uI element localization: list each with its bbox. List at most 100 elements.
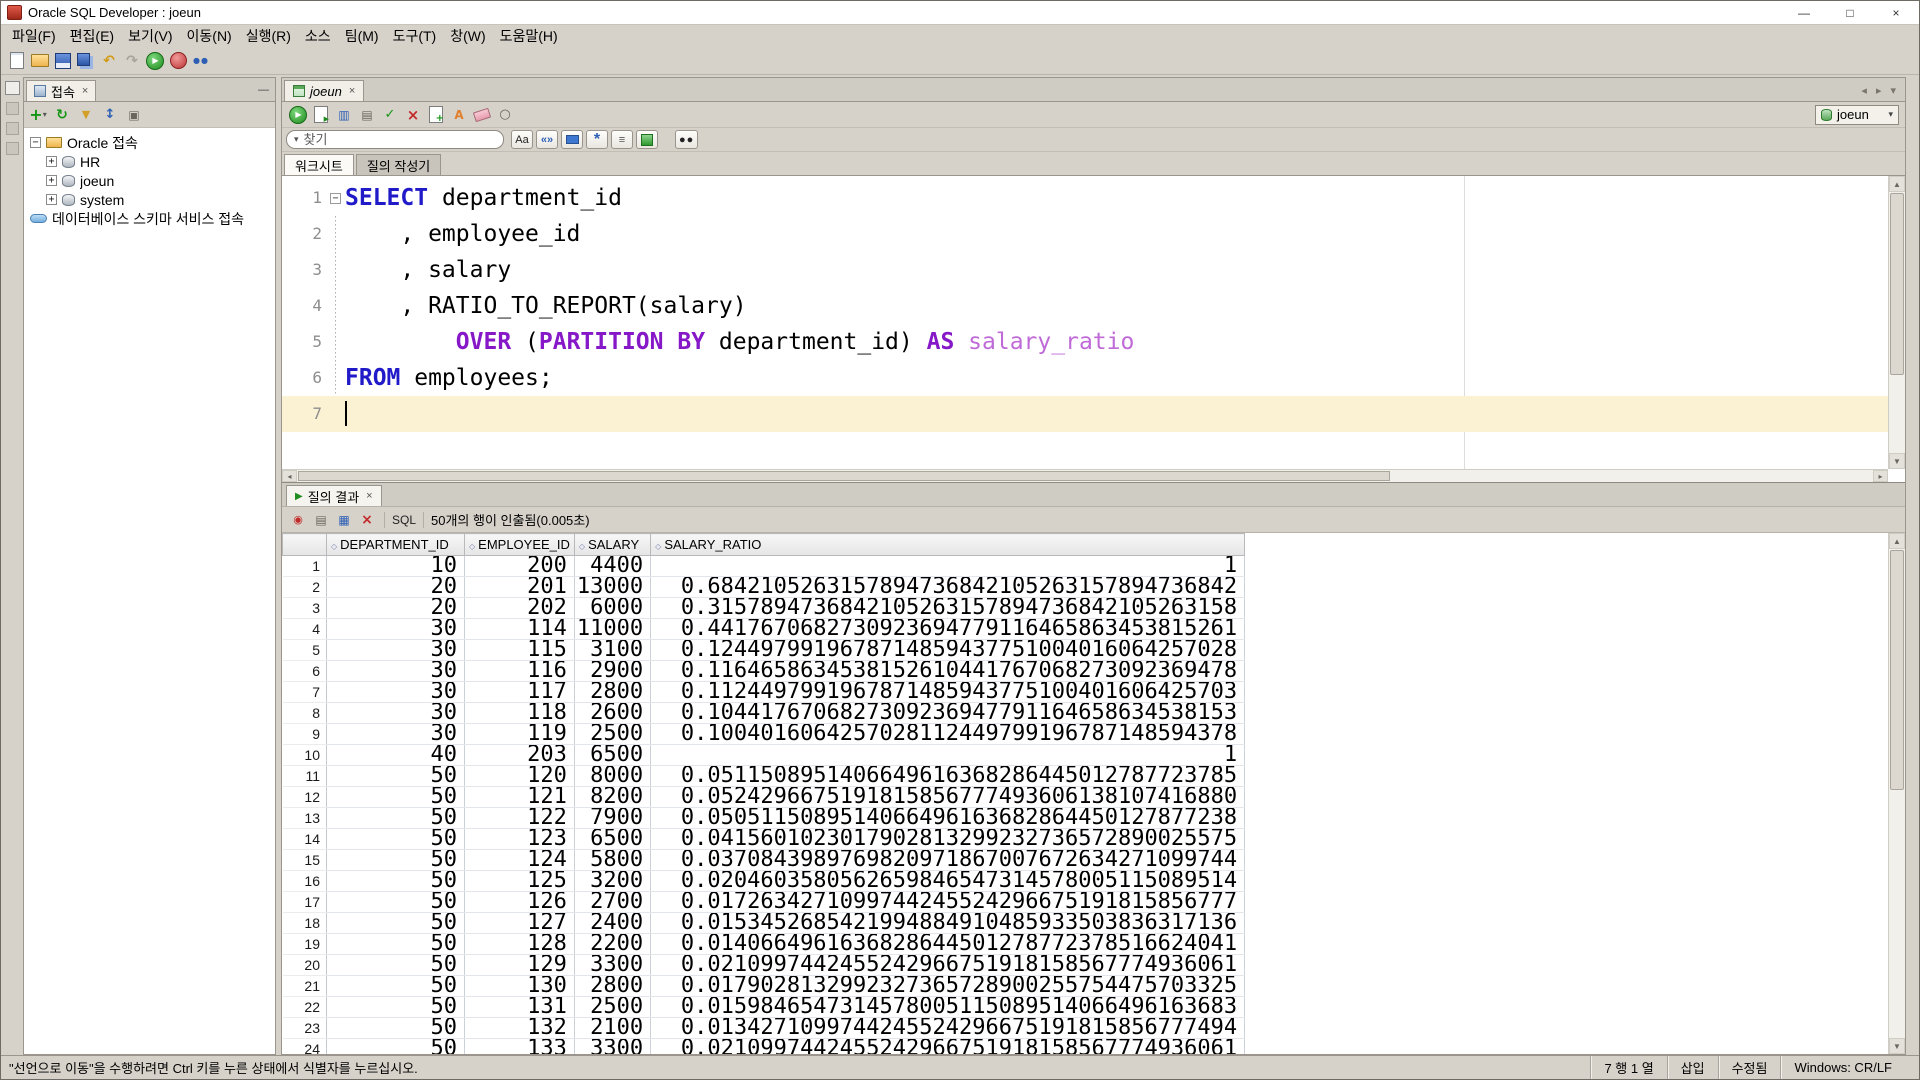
collapse-expander-icon[interactable]: − — [30, 137, 41, 148]
whole-word-button[interactable] — [536, 130, 558, 149]
editor-hscrollbar[interactable]: ◂ ▸ — [282, 469, 1888, 482]
menu-item-3[interactable]: 보기(V) — [121, 24, 179, 48]
close-icon[interactable]: × — [366, 490, 372, 502]
refresh-icon[interactable] — [52, 105, 72, 125]
menu-item-8[interactable]: 도구(T) — [386, 24, 444, 48]
tree-item-1[interactable]: −Oracle 접속 — [24, 133, 275, 152]
table-row[interactable]: 220201130000.684210526315789473684210526… — [283, 577, 1245, 598]
menu-item-5[interactable]: 실행(R) — [239, 24, 298, 48]
filter-icon[interactable] — [76, 105, 96, 125]
menu-item-1[interactable]: 파일(F) — [5, 24, 63, 48]
debug-icon[interactable] — [170, 52, 187, 69]
table-row[interactable]: 430114110000.441767068273092369477911646… — [283, 619, 1245, 640]
table-row[interactable]: 165012532000.020460358056265984654731457… — [283, 871, 1245, 892]
code-line[interactable]: 7 — [282, 396, 1888, 432]
menu-item-10[interactable]: 도움말(H) — [493, 24, 565, 48]
table-row[interactable]: 11020044001 — [283, 556, 1245, 577]
save-all-icon[interactable] — [76, 51, 96, 71]
table-row[interactable]: 73011728000.1124497991967871485943775100… — [283, 682, 1245, 703]
delete-icon[interactable] — [357, 510, 377, 530]
export-icon[interactable] — [311, 510, 331, 530]
run-script-icon[interactable] — [311, 105, 331, 125]
history-icon[interactable] — [495, 105, 515, 125]
column-header-salary[interactable]: ◇SALARY — [574, 534, 650, 556]
scrollbar-thumb[interactable] — [1890, 550, 1904, 790]
code-line[interactable]: 6FROM employees; — [282, 360, 1888, 396]
table-row[interactable]: 135012279000.050511508951406649616368286… — [283, 808, 1245, 829]
format-icon[interactable] — [449, 105, 469, 125]
sql-editor[interactable]: 1−SELECT department_id2 , employee_id3 ,… — [282, 176, 1905, 482]
restore-panel-icon[interactable] — [5, 81, 20, 95]
table-row[interactable]: 155012458000.037084398976982097186700767… — [283, 850, 1245, 871]
selection-button[interactable] — [636, 130, 658, 149]
undo-icon[interactable] — [99, 51, 119, 71]
table-row[interactable]: 93011925000.1004016064257028112449799196… — [283, 724, 1245, 745]
tab-joeun-worksheet[interactable]: joeun × — [284, 80, 364, 101]
code-line[interactable]: 2 , employee_id — [282, 216, 1888, 252]
close-icon[interactable]: × — [349, 85, 355, 97]
fold-toggle-icon[interactable]: − — [330, 193, 341, 204]
column-header-salary_ratio[interactable]: ◇SALARY_RATIO — [651, 534, 1245, 556]
expand-expander-icon[interactable]: + — [46, 194, 57, 205]
redo-icon[interactable] — [122, 51, 142, 71]
autotrace-icon[interactable] — [334, 105, 354, 125]
expand-expander-icon[interactable]: + — [46, 156, 57, 167]
tree-item-5[interactable]: 데이터베이스 스키마 서비스 접속 — [24, 209, 275, 228]
tree-item-3[interactable]: +joeun — [24, 171, 275, 190]
column-header-department_id[interactable]: ◇DEPARTMENT_ID — [327, 534, 465, 556]
docked-panel-icon[interactable] — [6, 142, 19, 155]
collapse-all-icon[interactable] — [124, 105, 144, 125]
tab-query-result[interactable]: ▶ 질의 결과 × — [286, 485, 382, 506]
add-connection-icon[interactable] — [28, 105, 48, 125]
rollback-icon[interactable] — [403, 105, 423, 125]
subtab-query-builder[interactable]: 질의 작성기 — [356, 154, 441, 175]
table-row[interactable]: 235013221000.013427109974424552429667519… — [283, 1018, 1245, 1039]
close-button[interactable]: × — [1873, 1, 1919, 24]
save-icon[interactable] — [53, 51, 73, 71]
find-dropdown-icon[interactable]: ▾ — [294, 134, 299, 145]
minimize-panel-icon[interactable]: — — [258, 85, 269, 96]
connections-icon[interactable] — [191, 51, 211, 71]
scroll-left-icon[interactable]: ◂ — [282, 470, 297, 482]
table-row[interactable]: 63011629000.1164658634538152610441767068… — [283, 661, 1245, 682]
scroll-right-icon[interactable]: ▸ — [1873, 470, 1888, 482]
commit-icon[interactable] — [380, 105, 400, 125]
docked-panel-icon[interactable] — [6, 122, 19, 135]
clear-icon[interactable] — [472, 105, 492, 125]
code-line[interactable]: 5 OVER (PARTITION BY department_id) AS s… — [282, 324, 1888, 360]
docked-panel-icon[interactable] — [6, 102, 19, 115]
find-input[interactable] — [304, 132, 496, 147]
binoculars-button[interactable] — [675, 130, 698, 149]
new-file-icon[interactable] — [7, 51, 27, 71]
connection-selector[interactable]: joeun ▾ — [1815, 105, 1899, 125]
table-row[interactable]: 53011531000.1244979919678714859437751004… — [283, 640, 1245, 661]
pin-icon[interactable] — [288, 510, 308, 530]
explain-plan-icon[interactable] — [357, 105, 377, 125]
table-row[interactable]: 225013125000.015984654731457800511508951… — [283, 997, 1245, 1018]
subtab-worksheet[interactable]: 워크시트 — [284, 154, 354, 175]
code-line[interactable]: 4 , RATIO_TO_REPORT(salary) — [282, 288, 1888, 324]
table-row[interactable]: 115012080000.051150895140664961636828644… — [283, 766, 1245, 787]
table-row[interactable]: 205012933000.021099744245524296675191815… — [283, 955, 1245, 976]
scroll-up-icon[interactable]: ▲ — [1889, 176, 1905, 192]
column-header-employee_id[interactable]: ◇EMPLOYEE_ID — [465, 534, 575, 556]
results-vscrollbar[interactable]: ▲ ▼ — [1888, 533, 1905, 1054]
refresh-grid-icon[interactable] — [334, 510, 354, 530]
table-row[interactable]: 185012724000.015345268542199488491048593… — [283, 913, 1245, 934]
run-icon[interactable] — [146, 52, 164, 70]
minimize-button[interactable]: — — [1781, 1, 1827, 24]
table-row[interactable]: 104020365001 — [283, 745, 1245, 766]
expand-expander-icon[interactable]: + — [46, 175, 57, 186]
match-case-button[interactable] — [511, 130, 533, 149]
table-row[interactable]: 195012822000.014066496163682864450127877… — [283, 934, 1245, 955]
tree-item-2[interactable]: +HR — [24, 152, 275, 171]
open-folder-icon[interactable] — [30, 51, 50, 71]
table-row[interactable]: 145012365000.041560102301790281329923273… — [283, 829, 1245, 850]
editor-vscrollbar[interactable]: ▲ ▼ — [1888, 176, 1905, 469]
table-row[interactable]: 32020260000.3157894736842105263157894736… — [283, 598, 1245, 619]
unshared-icon[interactable] — [426, 105, 446, 125]
scroll-down-icon[interactable]: ▼ — [1889, 1038, 1905, 1054]
regex-button[interactable] — [586, 130, 608, 149]
table-row[interactable]: 175012627000.017263427109974424552429667… — [283, 892, 1245, 913]
table-row[interactable]: 245013333000.021099744245524296675191815… — [283, 1039, 1245, 1055]
